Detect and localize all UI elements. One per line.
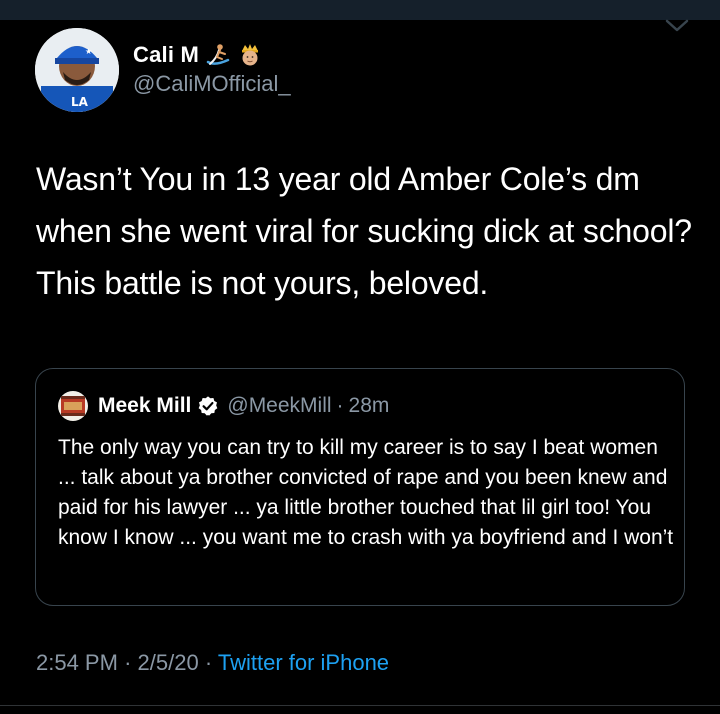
footer-separator-2: ·: [204, 650, 213, 675]
quoted-time[interactable]: 28m: [349, 394, 390, 418]
verified-badge-icon: [199, 396, 218, 416]
quoted-avatar[interactable]: [58, 391, 88, 421]
quoted-separator: ·: [336, 394, 344, 417]
author-name-row[interactable]: Cali M: [133, 40, 263, 70]
chevron-down-icon[interactable]: [664, 18, 690, 34]
footer-separator-1: ·: [124, 650, 132, 675]
quoted-display-name[interactable]: Meek Mill: [98, 394, 191, 418]
top-bar: [0, 0, 720, 20]
bottom-divider: [0, 705, 720, 706]
author-display-name[interactable]: Cali M: [133, 42, 199, 68]
tweet-footer: 2:54 PM · 2/5/20 · Twitter for iPhone: [36, 650, 389, 676]
avatar-image: ★ LA: [35, 28, 119, 112]
surfer-emoji-icon: [206, 44, 230, 65]
tweet-source-link[interactable]: Twitter for iPhone: [218, 650, 389, 675]
tweet-time[interactable]: 2:54 PM: [36, 650, 118, 675]
crown-prince-emoji-icon: [242, 44, 258, 66]
svg-text:★: ★: [85, 47, 92, 56]
author-handle[interactable]: @CaliMOfficial_: [133, 71, 291, 97]
tweet-date[interactable]: 2/5/20: [138, 650, 199, 675]
quoted-tweet-header: Meek Mill @MeekMill · 28m: [58, 391, 389, 421]
quoted-tweet-card[interactable]: Meek Mill @MeekMill · 28m The only way y…: [35, 368, 685, 606]
svg-text:LA: LA: [71, 95, 89, 109]
quoted-handle[interactable]: @MeekMill: [227, 394, 331, 418]
avatar[interactable]: ★ LA: [35, 28, 119, 112]
quoted-tweet-text: The only way you can try to kill my care…: [58, 436, 674, 549]
tweet-text: Wasn’t You in 13 year old Amber Cole’s d…: [36, 161, 692, 301]
quoted-avatar-image: [58, 391, 88, 421]
